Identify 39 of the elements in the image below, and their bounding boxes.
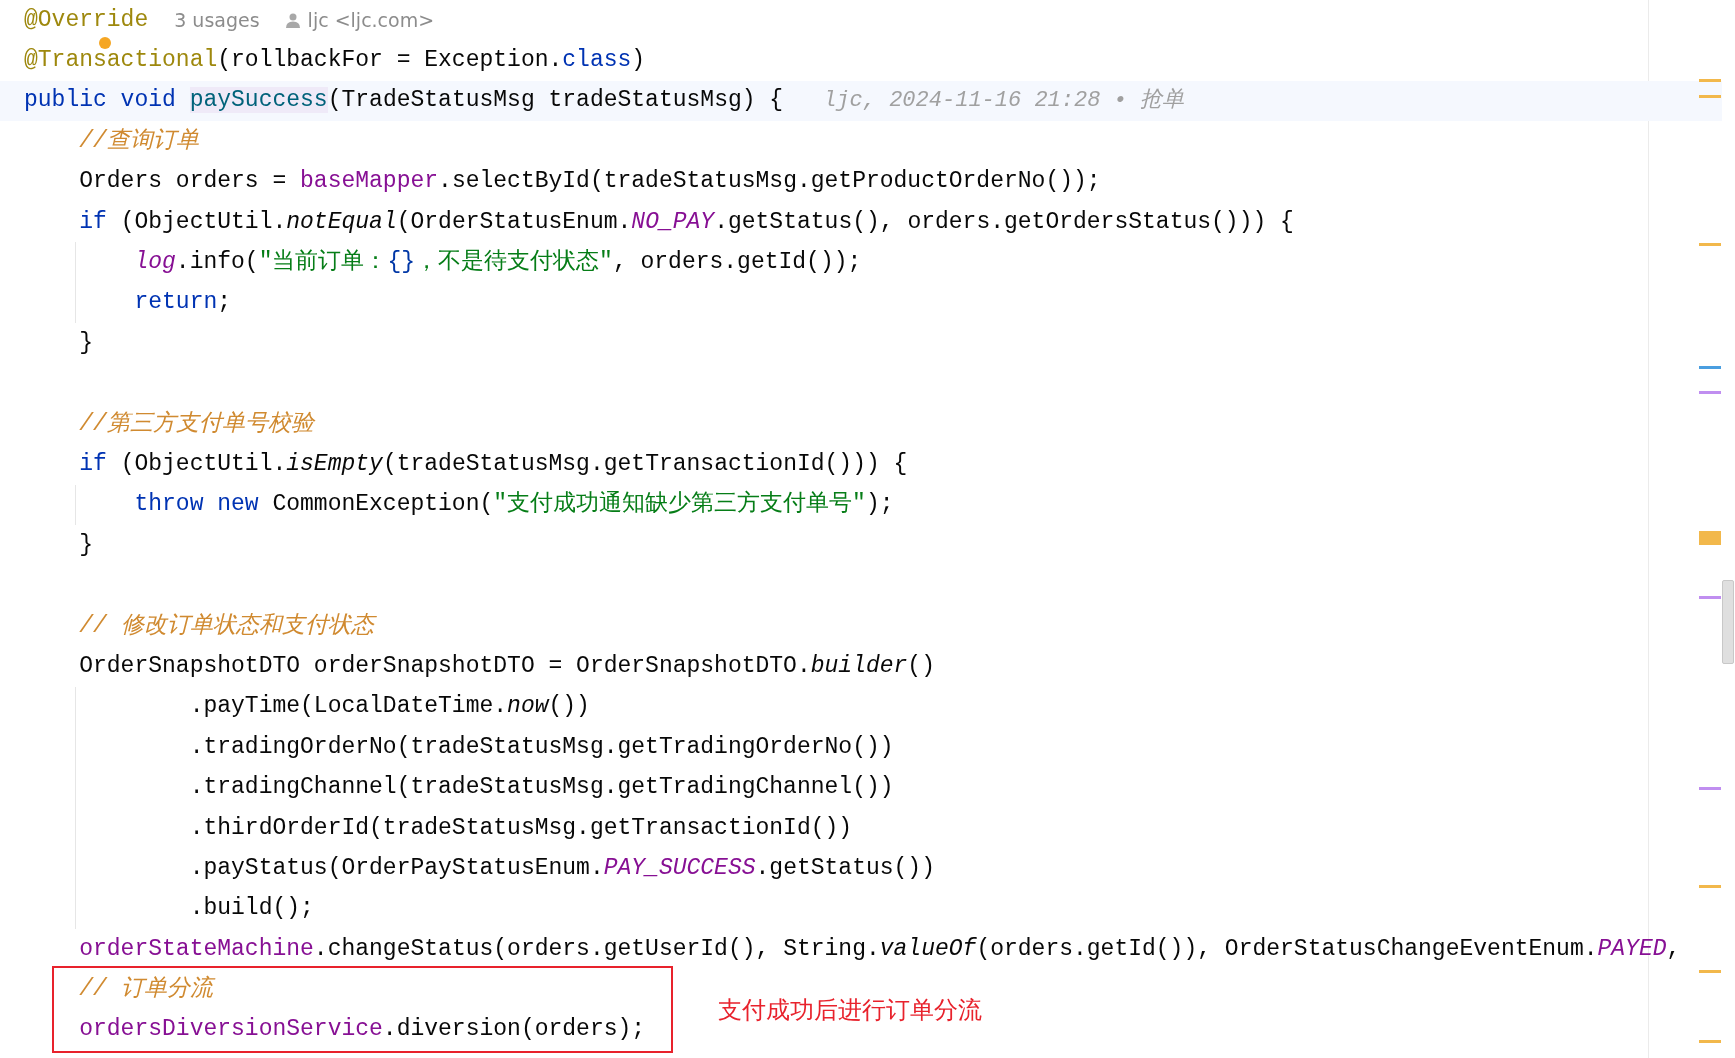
scrollbar-thumb[interactable]: [1722, 580, 1734, 664]
code-line: orderStateMachine.changeStatus(orders.getUserId(), String.valueOf(orders.getId()), OrderStatusChangeEventEnum.PAYED,: [78, 937, 1681, 961]
code-line: Orders orders = baseMapper.selectById(tradeStatusMsg.getProductOrderNo());: [78, 170, 1101, 194]
stripe-marker[interactable]: [1699, 970, 1721, 973]
usages-hint[interactable]: 3 usages: [174, 0, 260, 41]
code-line: //查询订单: [78, 129, 199, 153]
stripe-marker[interactable]: [1699, 531, 1721, 545]
code-line: if (ObjectUtil.notEqual(OrderStatusEnum.NO_PAY.getStatus(), orders.getOrdersStatus())) {: [78, 210, 1294, 234]
code-line: @Transactional(rollbackFor = Exception.class): [24, 49, 646, 73]
stripe-marker[interactable]: [1699, 391, 1721, 394]
code-line: public void paySuccess(TradeStatusMsg tradeStatusMsg) {: [24, 89, 784, 113]
code-line: return;: [133, 291, 232, 315]
stripe-marker[interactable]: [1699, 1040, 1721, 1043]
stripe-marker[interactable]: [1699, 787, 1721, 790]
bulb-icon[interactable]: [99, 37, 111, 50]
stripe-marker[interactable]: [1699, 885, 1721, 888]
code-line: .tradingChannel(tradeStatusMsg.getTradingChannel()): [188, 776, 894, 800]
code-line: }: [78, 331, 93, 355]
person-icon: [285, 12, 300, 28]
author-hint[interactable]: ljc <ljc.com>: [307, 0, 435, 41]
code-line: }: [78, 533, 93, 557]
stripe-marker[interactable]: [1699, 79, 1721, 82]
code-line: .payTime(LocalDateTime.now()): [188, 695, 590, 719]
code-line: .thirdOrderId(tradeStatusMsg.getTransactionId()): [188, 816, 853, 840]
code-line: @Override: [24, 8, 149, 32]
stripe-marker[interactable]: [1699, 596, 1721, 599]
blame-annotation: ljc, 2024-11-16 21:28 • 抢单: [823, 86, 1184, 115]
code-line: if (ObjectUtil.isEmpty(tradeStatusMsg.getTransactionId())) {: [78, 453, 908, 476]
code-line: .tradingOrderNo(tradeStatusMsg.getTradingOrderNo()): [188, 735, 894, 759]
annotation-note: 支付成功后进行订单分流: [718, 994, 983, 1026]
stripe-marker[interactable]: [1699, 366, 1721, 369]
code-line: .payStatus(OrderPayStatusEnum.PAY_SUCCESS.getStatus()): [188, 856, 935, 880]
stripe-marker[interactable]: [1699, 95, 1721, 98]
stripe-marker[interactable]: [1699, 243, 1721, 246]
code-line: .build();: [188, 897, 314, 921]
code-line: log.info("当前订单：{}，不是待支付状态", orders.getId());: [133, 251, 862, 275]
code-line: //第三方支付单号校验: [78, 412, 314, 436]
code-line: OrderSnapshotDTO orderSnapshotDTO = OrderSnapshotDTO.builder(): [78, 654, 935, 678]
code-line: ordersDiversionService.diversion(orders);: [78, 1018, 646, 1042]
